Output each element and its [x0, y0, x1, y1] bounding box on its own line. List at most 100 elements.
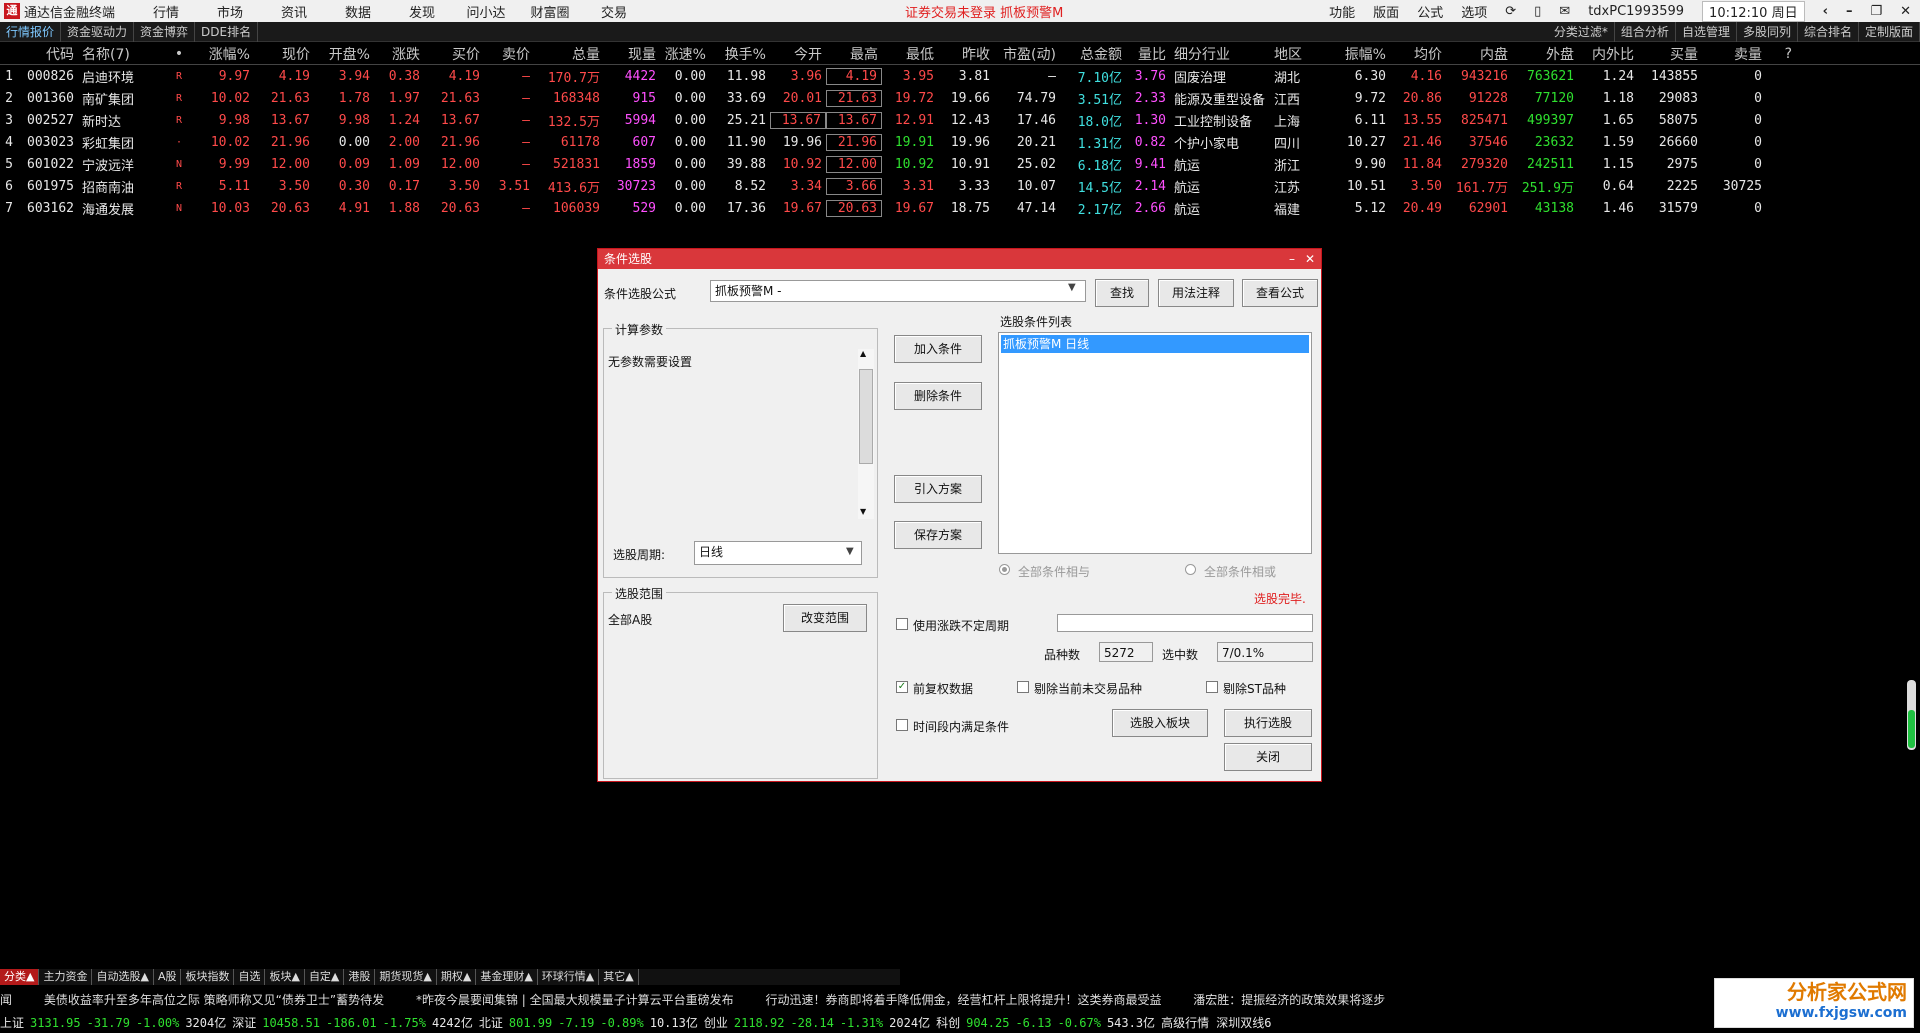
- menu-layout[interactable]: 版面: [1373, 2, 1399, 21]
- column-header[interactable]: 细分行业: [1170, 44, 1270, 64]
- delete-condition-button[interactable]: 删除条件: [894, 382, 982, 410]
- scroll-thumb[interactable]: [859, 369, 873, 464]
- column-header[interactable]: 买量: [1638, 44, 1702, 64]
- menu-options[interactable]: 选项: [1461, 2, 1487, 21]
- change-range-button[interactable]: 改变范围: [783, 604, 867, 632]
- column-header[interactable]: 名称(7): [78, 44, 168, 64]
- tab-dde-rank[interactable]: DDE排名: [195, 21, 259, 42]
- column-header[interactable]: 振幅%: [1322, 44, 1390, 64]
- table-row[interactable]: 6 601975 招商南油 R 5.11 3.50 0.30 0.17 3.50 3.51 413.…: [0, 175, 1920, 197]
- find-button[interactable]: 查找: [1095, 279, 1149, 307]
- column-header[interactable]: 总量: [534, 44, 604, 64]
- tab-category-filter[interactable]: 分类过滤*: [1548, 21, 1615, 42]
- table-row[interactable]: 3 002527 新时达 R 9.98 13.67 9.98 1.24 13.67 – 132.5万…: [0, 109, 1920, 131]
- remove-st-checkbox[interactable]: [1206, 681, 1218, 693]
- view-formula-button[interactable]: 查看公式: [1242, 279, 1318, 307]
- import-scheme-button[interactable]: 引入方案: [894, 475, 982, 503]
- news-item[interactable]: 美债收益率升至多年高位之际 策略师称又见“债券卫士”蓄势待发: [44, 993, 384, 1007]
- column-header[interactable]: 外盘: [1512, 44, 1578, 64]
- btab-auto-select[interactable]: 自动选股▲: [92, 969, 154, 985]
- menu-discover[interactable]: 发现: [390, 2, 454, 21]
- to-block-button[interactable]: 选股入板块: [1112, 709, 1208, 737]
- time-range-checkbox[interactable]: [896, 719, 908, 731]
- news-ticker[interactable]: 闻 美债收益率升至多年高位之际 策略师称又见“债券卫士”蓄势待发 *昨夜今晨要闻…: [0, 990, 1920, 1010]
- add-condition-button[interactable]: 加入条件: [894, 335, 982, 363]
- btab-global[interactable]: 环球行情▲: [538, 969, 600, 985]
- btab-funds[interactable]: 基金理财▲: [476, 969, 538, 985]
- menu-formula[interactable]: 公式: [1417, 2, 1443, 21]
- column-header[interactable]: 最低: [882, 44, 938, 64]
- close-icon[interactable]: ✕: [1900, 4, 1911, 19]
- column-header[interactable]: 市盈(动): [994, 44, 1060, 64]
- dialog-minimize-icon[interactable]: –: [1289, 249, 1295, 269]
- menu-function[interactable]: 功能: [1329, 2, 1355, 21]
- btab-watchlist[interactable]: 自选: [234, 969, 266, 985]
- tab-quote-list[interactable]: 行情报价: [0, 21, 62, 42]
- scroll-down-icon[interactable]: ▼: [860, 507, 866, 516]
- table-row[interactable]: 1 000826 启迪环境 R 9.97 4.19 3.94 0.38 4.19 – 170.7万 4…: [0, 65, 1920, 87]
- refresh-icon[interactable]: ⟳: [1505, 4, 1516, 19]
- table-row[interactable]: 5 601022 宁波远洋 N 9.99 12.00 0.09 1.09 12.00 – 52183…: [0, 153, 1920, 175]
- tab-fund-drive[interactable]: 资金驱动力: [61, 21, 135, 42]
- table-row[interactable]: 7 603162 海通发展 N 10.03 20.63 4.91 1.88 20.63 – 1060…: [0, 197, 1920, 219]
- news-item[interactable]: 潘宏胜：提振经济的政策效果将逐步: [1193, 993, 1385, 1007]
- tab-watchlist-manage[interactable]: 自选管理: [1676, 21, 1737, 42]
- dialog-close-icon[interactable]: ✕: [1305, 249, 1315, 269]
- menu-news[interactable]: 资讯: [262, 2, 326, 21]
- remove-untraded-checkbox[interactable]: [1017, 681, 1029, 693]
- variable-period-input[interactable]: [1057, 614, 1313, 632]
- column-header[interactable]: 均价: [1390, 44, 1446, 64]
- column-header[interactable]: 内盘: [1446, 44, 1512, 64]
- column-header[interactable]: 最高: [826, 44, 882, 64]
- usage-note-button[interactable]: 用法注释: [1158, 279, 1234, 307]
- column-header[interactable]: 量比: [1126, 44, 1170, 64]
- tab-fund-game[interactable]: 资金博弈: [134, 21, 196, 42]
- tab-combo-analysis[interactable]: 组合分析: [1615, 21, 1676, 42]
- period-chevron-icon[interactable]: ▼: [846, 546, 854, 557]
- news-item[interactable]: 闻: [0, 993, 12, 1007]
- menu-wealth[interactable]: 财富圈: [518, 2, 582, 21]
- column-header[interactable]: 现价: [254, 44, 314, 64]
- btab-options[interactable]: 期权▲: [437, 969, 477, 985]
- column-header[interactable]: 换手%: [710, 44, 770, 64]
- table-row[interactable]: 4 003023 彩虹集团 · 10.02 21.96 0.00 2.00 21.96 – 6117…: [0, 131, 1920, 153]
- column-header[interactable]: 代码: [22, 44, 78, 64]
- btab-other[interactable]: 其它▲: [599, 969, 639, 985]
- column-header[interactable]: 涨幅%: [194, 44, 254, 64]
- news-item[interactable]: 行动迅速！券商即将着手降低佣金，经营杠杆上限将提升！这类券商最受益: [765, 993, 1161, 1007]
- tab-overall-rank[interactable]: 综合排名: [1798, 21, 1859, 42]
- btab-hk[interactable]: 港股: [344, 969, 376, 985]
- column-header[interactable]: 开盘%: [314, 44, 374, 64]
- btab-category[interactable]: 分类▲: [0, 969, 40, 985]
- btab-main-fund[interactable]: 主力资金: [39, 969, 93, 985]
- back-icon[interactable]: ‹: [1823, 4, 1828, 19]
- save-scheme-button[interactable]: 保存方案: [894, 521, 982, 549]
- tab-multi-stock[interactable]: 多股同列: [1737, 21, 1798, 42]
- mail-icon[interactable]: ✉: [1559, 4, 1570, 19]
- radio-or[interactable]: [1185, 564, 1196, 575]
- formula-select[interactable]: 抓板预警M -: [710, 280, 1086, 302]
- column-header[interactable]: 涨速%: [660, 44, 710, 64]
- column-header[interactable]: 内外比: [1578, 44, 1638, 64]
- chevron-down-icon[interactable]: ▼: [1068, 282, 1076, 293]
- menu-ask[interactable]: 问小达: [454, 2, 518, 21]
- condition-list-item[interactable]: 抓板预警M 日线: [1001, 335, 1309, 353]
- column-header[interactable]: 买价: [424, 44, 484, 64]
- column-header[interactable]: 卖价: [484, 44, 534, 64]
- btab-block[interactable]: 板块▲: [265, 969, 305, 985]
- btab-a-share[interactable]: A股: [154, 969, 182, 985]
- execute-button[interactable]: 执行选股: [1224, 709, 1312, 737]
- variable-period-checkbox[interactable]: [896, 618, 908, 630]
- column-header[interactable]: •: [168, 46, 194, 62]
- scroll-up-icon[interactable]: ▲: [860, 349, 866, 358]
- btab-futures[interactable]: 期货现货▲: [375, 969, 437, 985]
- condition-list[interactable]: 抓板预警M 日线: [998, 332, 1312, 554]
- column-header[interactable]: 地区: [1270, 44, 1322, 64]
- period-select[interactable]: 日线: [694, 541, 862, 565]
- menu-data[interactable]: 数据: [326, 2, 390, 21]
- column-header[interactable]: 涨跌: [374, 44, 424, 64]
- column-header[interactable]: 现量: [604, 44, 660, 64]
- table-row[interactable]: 2 001360 南矿集团 R 10.02 21.63 1.78 1.97 21.63 – 1683…: [0, 87, 1920, 109]
- restore-icon[interactable]: ❐: [1870, 4, 1882, 19]
- params-scrollbar[interactable]: ▲ ▼: [858, 349, 874, 519]
